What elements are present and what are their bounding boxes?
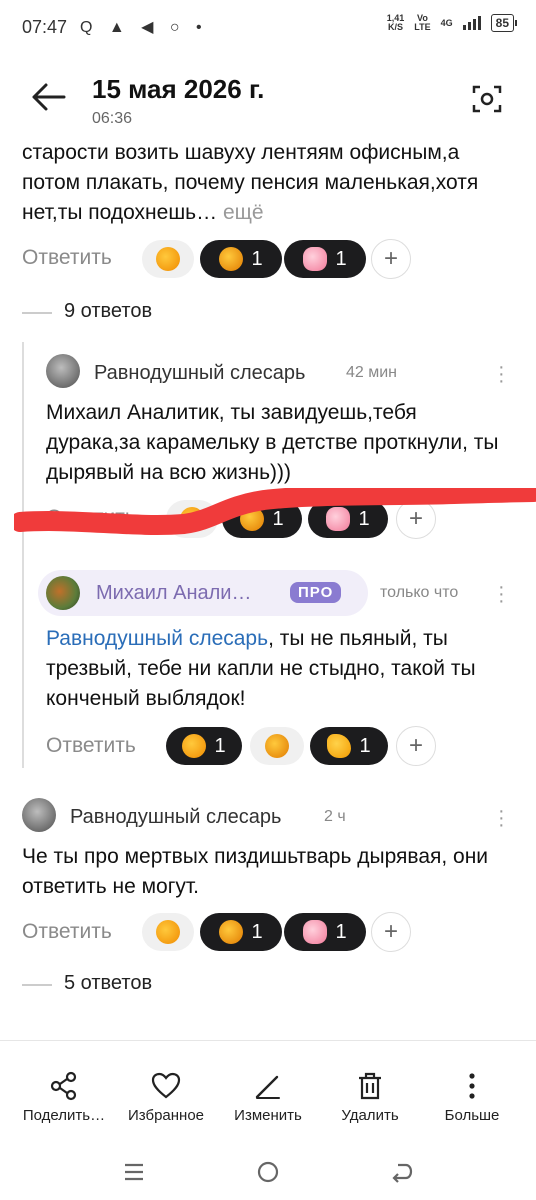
avatar[interactable]	[46, 576, 80, 610]
reaction-count: 1	[335, 920, 347, 943]
share-button[interactable]: Поделить…	[12, 1069, 116, 1124]
network-type: 4G	[440, 17, 453, 28]
reaction-count: 1	[335, 247, 347, 270]
signal-icon	[462, 16, 481, 30]
thread-indent-line	[22, 342, 24, 768]
answers-toggle[interactable]: 5 ответов	[64, 972, 152, 995]
comment-time: 2 ч	[324, 808, 346, 825]
back-nav-icon[interactable]	[390, 1160, 414, 1184]
more-vertical-icon[interactable]: · · ·	[498, 801, 505, 835]
status-time: 07:47	[22, 17, 68, 37]
reaction-pig[interactable]: 1	[284, 240, 366, 278]
thumbs-down-icon	[265, 734, 289, 758]
trash-icon	[318, 1069, 422, 1103]
reaction-dislike[interactable]	[250, 727, 304, 765]
reaction-count: 1	[214, 734, 226, 757]
reaction-count: 1	[251, 247, 263, 270]
thumbs-down-icon	[219, 247, 244, 271]
reply-button[interactable]: Ответить	[22, 920, 112, 944]
favorite-button[interactable]: Избранное	[114, 1069, 218, 1124]
favorite-label: Избранное	[127, 1107, 205, 1124]
thumbs-up-icon	[182, 734, 207, 758]
thumbs-down-icon	[219, 920, 244, 944]
system-nav-bar	[0, 1140, 536, 1200]
reaction-dislike[interactable]: 1	[200, 240, 282, 278]
answers-toggle[interactable]: 9 ответов	[64, 300, 152, 323]
comment-text: Че ты про мертвых пиздишьтварь дырявая, …	[22, 845, 489, 898]
reaction-count: 1	[359, 734, 371, 757]
author-chip-highlighted[interactable]: Михаил Анали… ПРО	[38, 570, 368, 616]
more-vertical-icon[interactable]: · · ·	[498, 577, 505, 611]
thread-divider	[22, 312, 52, 314]
edit-label: Изменить	[234, 1107, 302, 1124]
red-marker-scribble	[14, 488, 536, 535]
reaction-flexed-arm[interactable]: 1	[310, 727, 388, 765]
reaction-pig[interactable]: 1	[284, 913, 366, 951]
reply-button[interactable]: Ответить	[46, 734, 136, 758]
flexed-biceps-icon	[327, 734, 352, 758]
expand-more-link[interactable]: ещё	[223, 201, 264, 224]
comment-text: Равнодушный слесарь, ты не пьяный, ты тр…	[46, 624, 520, 714]
comment-text: старости возить шавуху лентяям офисным,а…	[22, 138, 522, 228]
avatar[interactable]	[46, 354, 80, 388]
share-icon	[12, 1069, 116, 1103]
reaction-like[interactable]	[142, 240, 194, 278]
pencil-icon	[216, 1069, 320, 1103]
back-arrow-icon[interactable]	[30, 82, 66, 112]
comment-time: только что	[380, 584, 459, 601]
notification-icons: Q ▲ ◀ ○ •	[80, 19, 208, 36]
volte-bottom: LTE	[414, 22, 431, 32]
thumbs-up-icon	[156, 920, 180, 944]
share-label: Поделить…	[22, 1107, 106, 1124]
comment-author[interactable]: Равнодушный слесарь	[94, 362, 305, 385]
thumbs-up-icon	[156, 247, 180, 271]
volte-indicator: Vo LTE	[414, 14, 430, 32]
delete-button[interactable]: Удалить	[318, 1069, 422, 1124]
home-icon[interactable]	[256, 1160, 280, 1184]
comment-time: 42 мин	[346, 364, 398, 381]
bottom-toolbar: Поделить… Избранное Изменить Удалить Бол…	[0, 1040, 536, 1140]
pro-badge: ПРО	[290, 582, 342, 603]
pig-face-icon	[303, 247, 328, 271]
edit-button[interactable]: Изменить	[216, 1069, 320, 1124]
more-vertical-icon	[420, 1069, 524, 1103]
speed-unit: K/S	[388, 22, 404, 32]
comment-author[interactable]: Михаил Анали…	[96, 582, 251, 605]
reply-button[interactable]: Ответить	[22, 246, 112, 270]
page-title: 15 мая 2026 г.	[92, 74, 265, 104]
thread-divider	[22, 984, 52, 986]
app-header: 15 мая 2026 г. 06:36	[0, 64, 536, 134]
recent-apps-icon[interactable]	[122, 1160, 146, 1184]
status-bar: 07:47 Q ▲ ◀ ○ • 1,41 K/S Vo LTE 4G 85	[0, 0, 536, 56]
screenshot-scan-icon[interactable]	[472, 84, 502, 114]
comment-text: Михаил Аналитик, ты завидуешь,тебя дурак…	[46, 401, 499, 484]
reaction-like[interactable]	[142, 913, 194, 951]
network-speed: 1,41 K/S	[387, 14, 405, 32]
status-right: 1,41 K/S Vo LTE 4G 85	[387, 14, 518, 32]
add-reaction-button[interactable]: +	[396, 726, 436, 766]
reaction-like[interactable]: 1	[166, 727, 242, 765]
add-reaction-button[interactable]: +	[371, 912, 411, 952]
more-button[interactable]: Больше	[420, 1069, 524, 1124]
reaction-count: 1	[251, 920, 263, 943]
reaction-dislike[interactable]: 1	[200, 913, 282, 951]
avatar[interactable]	[22, 798, 56, 832]
mention-link[interactable]: Равнодушный слесарь	[46, 627, 268, 650]
page-subtitle: 06:36	[92, 110, 133, 127]
battery-icon: 85	[490, 14, 518, 32]
more-label: Больше	[444, 1107, 500, 1124]
comment-author[interactable]: Равнодушный слесарь	[70, 806, 281, 829]
delete-label: Удалить	[341, 1107, 399, 1124]
add-reaction-button[interactable]: +	[371, 239, 411, 279]
heart-icon	[114, 1069, 218, 1103]
pig-face-icon	[303, 920, 328, 944]
more-vertical-icon[interactable]: · · ·	[498, 357, 505, 391]
